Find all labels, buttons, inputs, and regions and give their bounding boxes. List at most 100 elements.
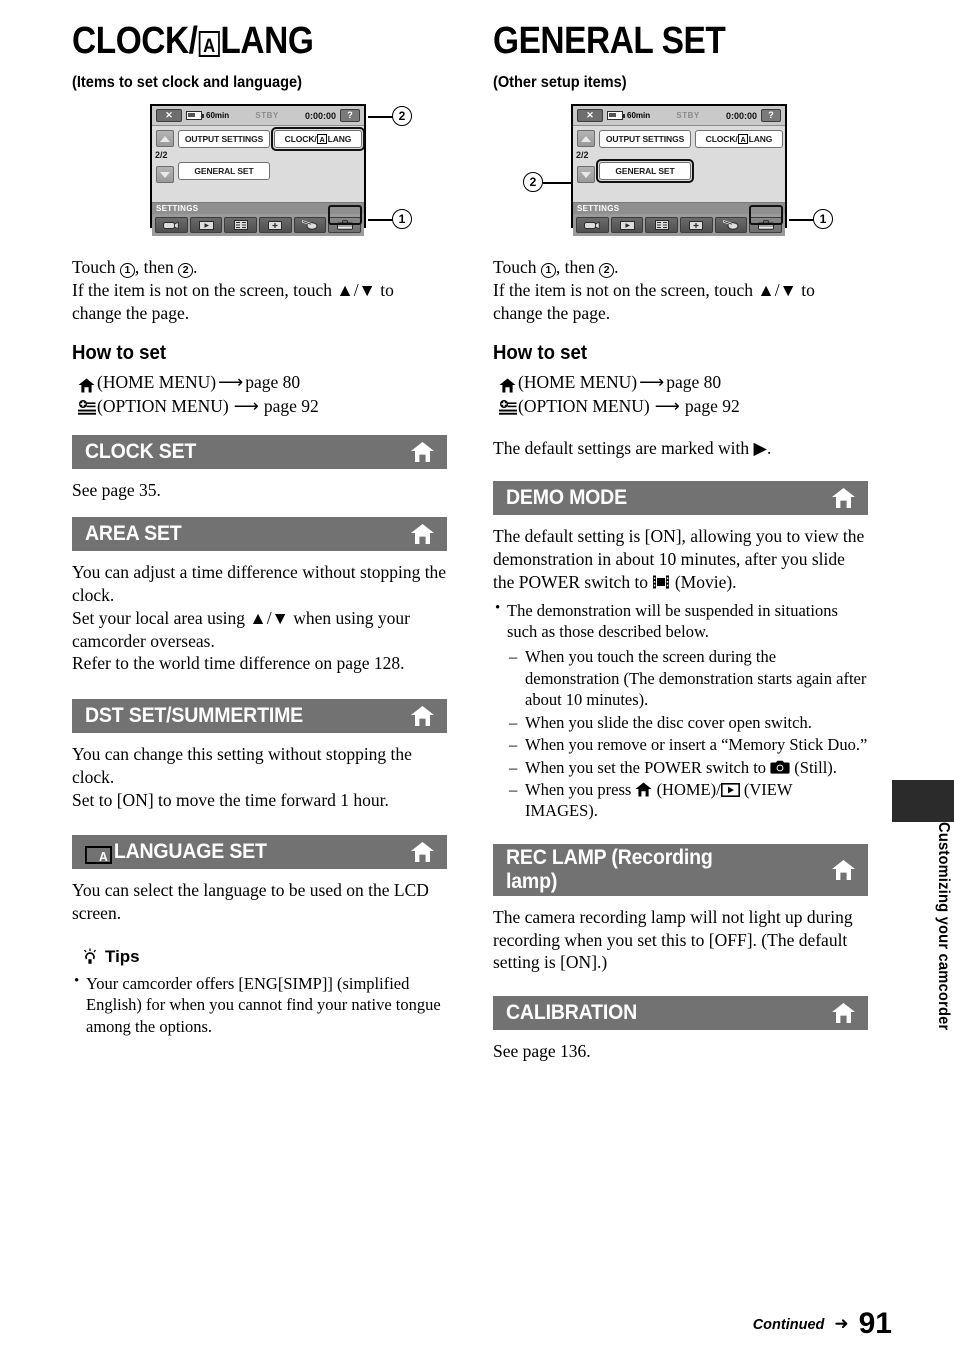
menu-item-label: OUTPUT SETTINGS bbox=[184, 134, 264, 144]
side-tab-marker bbox=[892, 780, 954, 822]
page-subtitle: (Other setup items) bbox=[493, 74, 627, 91]
home-icon bbox=[635, 781, 652, 797]
sub-home-pre: When you press bbox=[525, 780, 636, 799]
page-title-general-set: GENERAL SET bbox=[493, 20, 726, 62]
menu-item-label: GENERAL SET bbox=[615, 166, 675, 176]
tips-heading-row: Tips bbox=[82, 947, 447, 967]
menu-item-output-settings[interactable]: OUTPUT SETTINGS bbox=[178, 130, 270, 148]
view-images-icon[interactable] bbox=[610, 217, 644, 233]
section-title: CALIBRATION bbox=[506, 1001, 638, 1025]
home-menu-label: (HOME MENU) bbox=[97, 372, 217, 393]
section-body-calibration: See page 136. bbox=[493, 1041, 591, 1062]
page-subtitle: (Items to set clock and language) bbox=[72, 74, 302, 91]
manage-media-icon[interactable] bbox=[680, 217, 713, 233]
callout-leader-1 bbox=[789, 219, 815, 221]
section-title: DEMO MODE bbox=[506, 486, 627, 510]
tips-list: Your camcorder offers [ENG[SIMP]] (simpl… bbox=[72, 972, 447, 1037]
menu-item-general-set[interactable]: GENERAL SET bbox=[178, 162, 270, 180]
lcd-illustration-left: ✕ 60min STBY 0:00:00 ? 2/2 OUTPUT SETTIN… bbox=[72, 104, 447, 244]
inline-callout-2: 2 bbox=[178, 262, 194, 278]
callout-2: 2 bbox=[392, 106, 412, 126]
option-menu-reference: (OPTION MENU) ⟶ page 92 bbox=[78, 395, 447, 419]
a-language-icon: A bbox=[85, 846, 112, 865]
menu-item-label: OUTPUT SETTINGS bbox=[605, 134, 685, 144]
inline-callout-1: 1 bbox=[119, 262, 135, 278]
page-up-button[interactable] bbox=[156, 130, 174, 147]
arrow-right-icon: ⟶ bbox=[218, 372, 244, 393]
inline-callout-1: 1 bbox=[540, 262, 556, 278]
demo-sub-list: When you touch the screen during the dem… bbox=[509, 646, 868, 822]
home-icon bbox=[499, 376, 516, 393]
option-menu-icon bbox=[499, 399, 518, 415]
section-bar-clock-set: CLOCK SET bbox=[72, 434, 447, 469]
arrow-right-icon: ➜ bbox=[834, 1314, 849, 1333]
edit-icon[interactable] bbox=[714, 217, 748, 233]
camcorder-icon[interactable] bbox=[155, 217, 188, 233]
touch-instruction-line2: If the item is not on the screen, touch … bbox=[72, 279, 394, 323]
close-icon[interactable]: ✕ bbox=[156, 109, 182, 122]
others-list-icon[interactable] bbox=[224, 217, 258, 233]
timecode: 0:00:00 bbox=[304, 110, 336, 121]
demo-bullet-list: The demonstration will be suspended in s… bbox=[493, 599, 868, 643]
default-setting-note: The default settings are marked with ▶. bbox=[493, 437, 868, 460]
list-item: When you touch the screen during the dem… bbox=[509, 646, 868, 710]
menu-item-clock-lang[interactable]: CLOCK/A LANG bbox=[695, 130, 783, 148]
selection-highlight-settings bbox=[328, 205, 362, 225]
home-icon bbox=[410, 441, 435, 463]
touch-instruction-pre: Touch bbox=[493, 257, 541, 277]
edit-icon[interactable] bbox=[293, 217, 327, 233]
battery-icon bbox=[186, 111, 204, 120]
page-title-clock-lang: CLOCK/A LANG bbox=[72, 22, 402, 60]
menu-item-clock-lang[interactable]: CLOCK/A LANG bbox=[274, 130, 362, 148]
arrow-right-icon-2: ⟶ bbox=[233, 395, 259, 416]
arrow-right-icon: ⟶ bbox=[639, 372, 665, 393]
page-down-button[interactable] bbox=[577, 166, 595, 183]
help-icon[interactable]: ? bbox=[761, 109, 781, 122]
touch-instruction-post: . bbox=[193, 257, 198, 277]
section-title: DST SET/SUMMERTIME bbox=[85, 704, 303, 728]
home-menu-reference: (HOME MENU) ⟶ page 80 bbox=[499, 371, 868, 395]
sub-home-mid: (HOME)/ bbox=[652, 780, 721, 799]
page-up-button[interactable] bbox=[577, 130, 595, 147]
lcd-menu-area: 2/2 OUTPUT SETTINGS CLOCK/A LANG GENERAL … bbox=[152, 126, 365, 202]
lcd-screen: ✕ 60min STBY 0:00:00 ? 2/2 OUTPUT SETTIN… bbox=[150, 104, 366, 236]
touch-instruction: Touch 1, then 2. If the item is not on th… bbox=[493, 256, 868, 324]
close-icon[interactable]: ✕ bbox=[577, 109, 603, 122]
a-language-icon: A bbox=[198, 31, 220, 58]
view-images-icon[interactable] bbox=[189, 217, 223, 233]
help-icon[interactable]: ? bbox=[340, 109, 360, 122]
menu-item-output-settings[interactable]: OUTPUT SETTINGS bbox=[599, 130, 691, 148]
section-title: AREA SET bbox=[85, 522, 182, 546]
a-language-icon-small: A bbox=[738, 134, 749, 144]
menu-item-general-set[interactable]: GENERAL SET bbox=[599, 162, 691, 180]
sub-still-pre: When you set the POWER switch to bbox=[525, 757, 771, 777]
recording-mode: STBY bbox=[255, 111, 279, 120]
touch-instruction-line2: If the item is not on the screen, touch … bbox=[493, 279, 815, 323]
page-title-prefix: CLOCK/ bbox=[72, 20, 198, 62]
menu-item-label-post: LANG bbox=[748, 134, 773, 144]
list-item: When you press (HOME)/ (VIEW IMAGES). bbox=[509, 779, 868, 822]
right-column: GENERAL SET (Other setup items) ✕ 60min … bbox=[493, 22, 868, 1069]
list-item: When you slide the disc cover open switc… bbox=[509, 712, 868, 734]
camcorder-icon[interactable] bbox=[576, 217, 609, 233]
callout-leader-2 bbox=[543, 182, 571, 184]
chevron-down-icon bbox=[160, 171, 170, 178]
touch-instruction-mid: , then bbox=[134, 257, 179, 277]
lcd-icon-row bbox=[152, 205, 364, 236]
movie-mode-icon bbox=[652, 573, 670, 589]
menu-item-label-post: LANG bbox=[327, 134, 352, 144]
touch-instruction-post: . bbox=[614, 257, 619, 277]
page-down-button[interactable] bbox=[156, 166, 174, 183]
home-menu-reference: (HOME MENU) ⟶ page 80 bbox=[78, 371, 447, 395]
section-body-language-set: You can select the language to be used o… bbox=[72, 880, 429, 923]
lcd-illustration-right: ✕ 60min STBY 0:00:00 ? 2/2 OUTPUT SETTIN… bbox=[493, 104, 868, 244]
page-footer: Continued ➜ 91 bbox=[753, 1309, 892, 1339]
manual-page: CLOCK/A LANG (Items to set clock and lang… bbox=[0, 0, 954, 1357]
tips-heading: Tips bbox=[105, 946, 140, 966]
manage-media-icon[interactable] bbox=[259, 217, 292, 233]
list-item: When you remove or insert a “Memory Stic… bbox=[509, 734, 868, 756]
others-list-icon[interactable] bbox=[645, 217, 679, 233]
home-icon bbox=[831, 859, 856, 881]
section-bar-demo-mode: DEMO MODE bbox=[493, 481, 868, 516]
section-bar-area-set: AREA SET bbox=[72, 517, 447, 552]
